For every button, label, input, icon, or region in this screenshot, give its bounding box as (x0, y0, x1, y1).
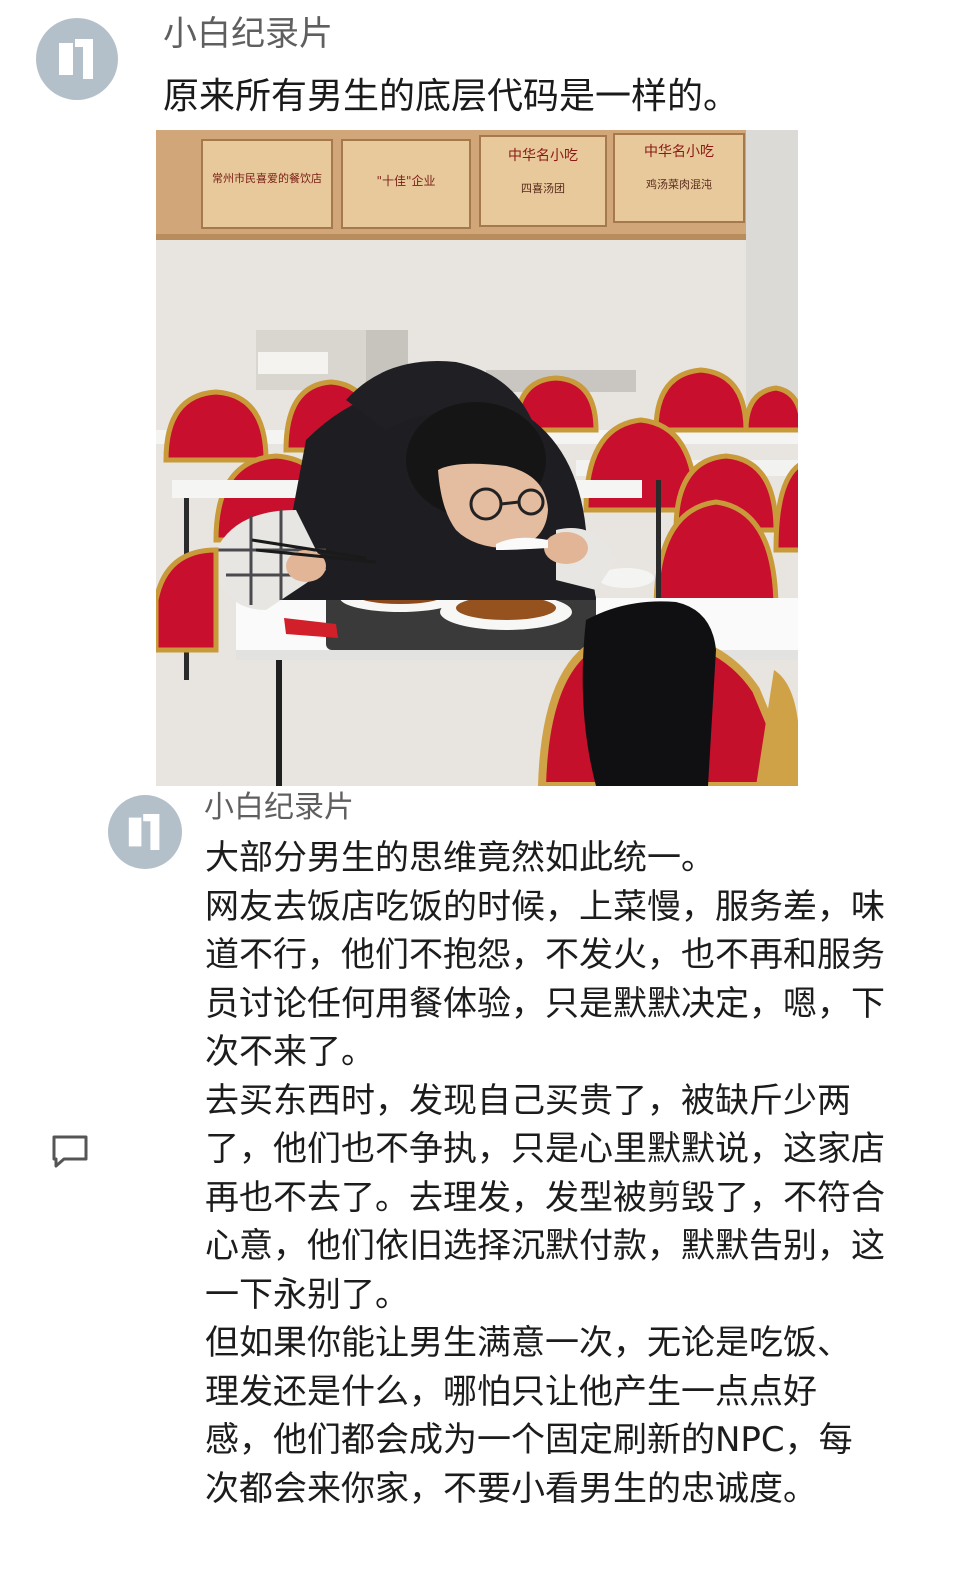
post-photo[interactable]: 常州市民喜爱的餐饮店 "十佳"企业 中华名小吃 四喜汤团 中华名小吃 鸡汤菜肉混… (156, 130, 798, 786)
comment-avatar[interactable] (108, 795, 182, 869)
comment-line: 理发还是什么，哪怕只让他产生一点点好 (205, 1371, 817, 1412)
comment-line: 道不行，他们不抱怨，不发火，也不再和服务 (205, 935, 885, 975)
comment-body: 大部分男生的思维竟然如此统一。 网友去饭店吃饭的时候，上菜慢，服务差，味 道不行… (205, 834, 905, 1513)
comment-line: 一下永别了。 (205, 1274, 409, 1315)
comment-line: 次都会来你家，不要小看男生的忠诚度。 (205, 1468, 817, 1509)
plaque-4: 中华名小吃 鸡汤菜肉混沌 (613, 133, 745, 223)
plaque-2-text: "十佳"企业 (376, 173, 435, 188)
avatar-logo-icon (59, 39, 93, 79)
comment-line: 感，他们都会成为一个固定刷新的NPC，每 (205, 1420, 853, 1460)
plaque-3-title: 中华名小吃 (508, 148, 578, 164)
post-avatar[interactable] (36, 18, 118, 100)
comment-line: 去买东西时，发现自己买贵了，被缺斤少两 (205, 1080, 851, 1121)
comment-username[interactable]: 小白纪录片 (204, 788, 354, 828)
comment-line: 心意，他们依旧选择沉默付款，默默告别，这 (205, 1226, 885, 1266)
post-username[interactable]: 小白纪录片 (163, 12, 333, 56)
comment-line: 员讨论任何用餐体验，只是默默决定，嗯，下 (205, 983, 885, 1024)
photo-illustration: 常州市民喜爱的餐饮店 "十佳"企业 中华名小吃 四喜汤团 中华名小吃 鸡汤菜肉混… (156, 130, 798, 786)
plaque-4-sub: 鸡汤菜肉混沌 (646, 177, 712, 191)
comment-bubble-icon[interactable] (50, 1133, 90, 1169)
plaque-3-sub: 四喜汤团 (521, 181, 565, 195)
plaque-1-text: 常州市民喜爱的餐饮店 (212, 171, 322, 185)
comment-line: 大部分男生的思维竟然如此统一。 (205, 838, 715, 878)
post-text: 原来所有男生的底层代码是一样的。 (163, 76, 740, 117)
avatar-logo-icon (128, 814, 160, 850)
comment-line: 次不来了。 (205, 1032, 375, 1072)
plaque-1: 常州市民喜爱的餐饮店 (201, 139, 333, 229)
comment-line: 但如果你能让男生满意一次，无论是吃饭、 (205, 1323, 851, 1363)
plaque-4-title: 中华名小吃 (644, 144, 714, 160)
comment-line: 网友去饭店吃饭的时候，上菜慢，服务差，味 (205, 886, 885, 927)
plaque-3: 中华名小吃 四喜汤团 (479, 135, 607, 227)
comment-line: 再也不去了。去理发，发型被剪毁了，不符合 (205, 1177, 885, 1218)
comment-line: 了，他们也不争执，只是心里默默说，这家店 (205, 1129, 885, 1169)
plaque-2: "十佳"企业 (341, 139, 471, 229)
